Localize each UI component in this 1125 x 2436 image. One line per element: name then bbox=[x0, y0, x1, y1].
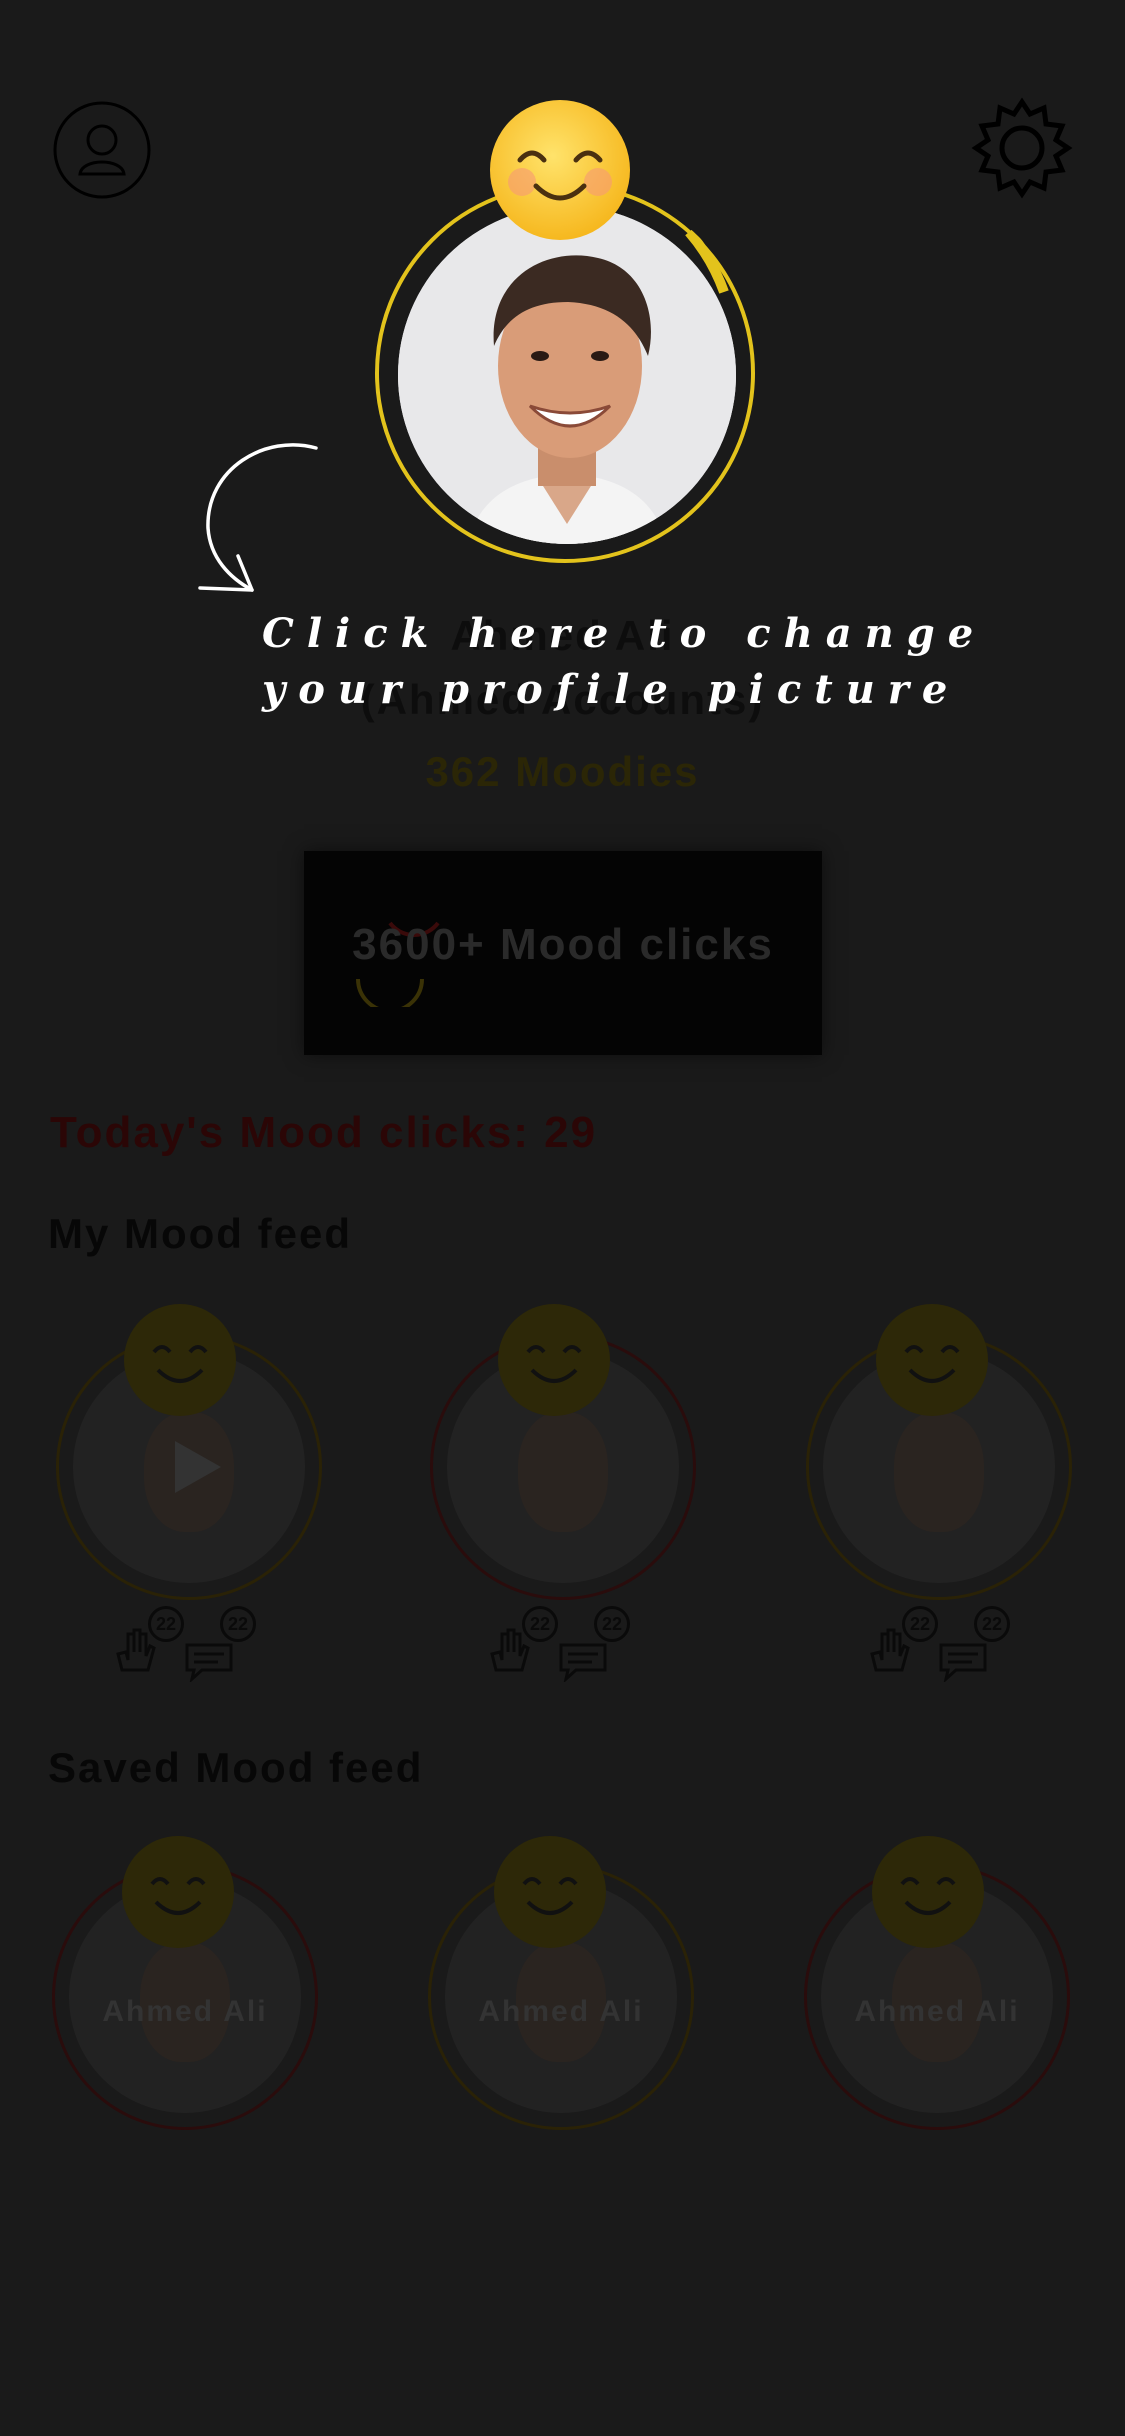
moodies-count: 362 Moodies bbox=[425, 748, 700, 795]
likes-badge: 22 bbox=[522, 1606, 558, 1642]
hand-icon[interactable] bbox=[486, 1626, 530, 1674]
profile-photo-image bbox=[398, 206, 736, 544]
likes-badge: 22 bbox=[148, 1606, 184, 1642]
smile-emoji-icon bbox=[872, 1836, 984, 1948]
smile-emoji-icon bbox=[498, 1304, 610, 1416]
saved-item-label: Ahmed Ali bbox=[478, 1995, 644, 2028]
smile-emoji-icon bbox=[494, 1836, 606, 1948]
mood-clicks-label: 3600+ Mood clicks bbox=[352, 920, 774, 969]
gear-icon bbox=[971, 97, 1073, 199]
today-mood-clicks: Today's Mood clicks: 29 bbox=[50, 1108, 598, 1157]
curved-arrow-icon bbox=[198, 443, 318, 592]
likes-badge: 22 bbox=[902, 1606, 938, 1642]
my-feed-title: My Mood feed bbox=[48, 1210, 352, 1257]
smile-emoji-icon[interactable] bbox=[488, 98, 632, 242]
comments-badge: 22 bbox=[974, 1606, 1010, 1642]
saved-item-label: Ahmed Ali bbox=[854, 1995, 1020, 2028]
saved-feed-title: Saved Mood feed bbox=[48, 1744, 424, 1791]
feed-counters: 22 22 bbox=[112, 1606, 262, 1682]
comment-icon[interactable] bbox=[938, 1642, 988, 1682]
change-picture-hint: Click here to change your profile pictur… bbox=[262, 606, 986, 718]
settings-button[interactable] bbox=[970, 96, 1074, 200]
hand-icon[interactable] bbox=[112, 1626, 156, 1674]
feed-counters: 22 22 bbox=[866, 1606, 1016, 1682]
smile-emoji-icon bbox=[876, 1304, 988, 1416]
saved-item-label: Ahmed Ali bbox=[102, 1995, 268, 2028]
profile-picture[interactable] bbox=[398, 206, 736, 544]
feed-counters: 22 22 bbox=[486, 1606, 636, 1682]
hint-line-1: Click here to change bbox=[262, 610, 987, 657]
comments-badge: 22 bbox=[220, 1606, 256, 1642]
hand-icon[interactable] bbox=[866, 1626, 910, 1674]
hint-line-2: your profile picture bbox=[262, 666, 961, 713]
person-icon bbox=[53, 101, 151, 199]
comments-badge: 22 bbox=[594, 1606, 630, 1642]
comment-icon[interactable] bbox=[184, 1642, 234, 1682]
play-icon bbox=[175, 1441, 221, 1493]
smile-emoji-icon bbox=[124, 1304, 236, 1416]
comment-icon[interactable] bbox=[558, 1642, 608, 1682]
smile-emoji-icon bbox=[122, 1836, 234, 1948]
profile-button[interactable] bbox=[52, 100, 152, 200]
